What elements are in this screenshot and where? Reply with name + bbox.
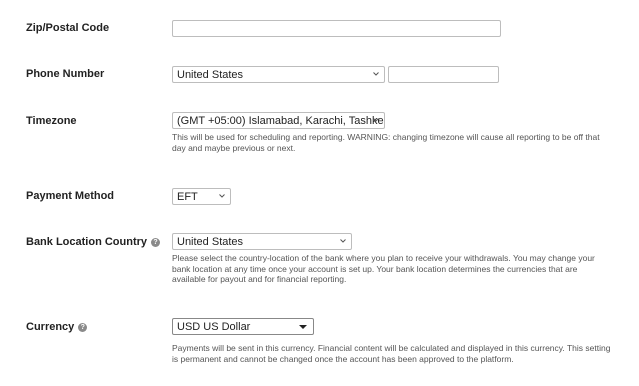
timezone-help-text: This will be used for scheduling and rep… <box>172 132 600 153</box>
zip-label: Zip/Postal Code <box>26 22 110 34</box>
chevron-down-icon <box>219 194 225 198</box>
question-circle-icon[interactable]: ? <box>151 237 161 247</box>
phone-label: Phone Number <box>26 68 105 80</box>
chevron-down-icon <box>373 72 379 76</box>
payment-method-select[interactable]: EFT <box>172 188 231 205</box>
timezone-label: Timezone <box>26 115 77 127</box>
bank-location-label: Bank Location Country ? <box>26 236 161 248</box>
currency-label: Currency ? <box>26 321 88 333</box>
zip-input[interactable] <box>172 20 501 37</box>
currency-help-text: Payments will be sent in this currency. … <box>172 343 611 364</box>
phone-number-input[interactable] <box>388 66 499 83</box>
bank-country-select[interactable]: United States <box>172 233 352 250</box>
timezone-select[interactable]: (GMT +05:00) Islamabad, Karachi, Tashker <box>172 112 385 129</box>
payment-method-label: Payment Method <box>26 190 115 202</box>
phone-country-select[interactable]: United States <box>172 66 385 83</box>
chevron-down-icon <box>340 239 346 243</box>
currency-select[interactable]: USD US Dollar <box>172 318 314 335</box>
bank-location-help-text: Please select the country-location of th… <box>172 253 595 284</box>
caret-down-icon <box>299 325 307 329</box>
chevron-down-icon <box>373 118 379 122</box>
question-circle-icon[interactable]: ? <box>78 322 88 332</box>
